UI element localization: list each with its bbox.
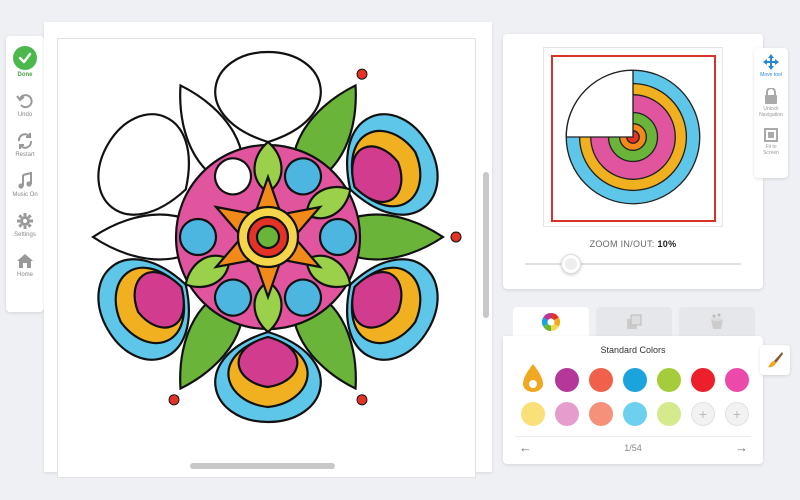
music-label: Music On: [12, 192, 38, 198]
mandala-artwork[interactable]: [58, 39, 476, 459]
unlock-navigation-button[interactable]: Unlock Navigation: [759, 88, 783, 118]
lock-icon: [764, 88, 777, 104]
move-tool-button[interactable]: Move tool: [760, 54, 782, 78]
music-toggle[interactable]: Music On: [12, 172, 38, 198]
zoom-slider-track[interactable]: [525, 263, 741, 265]
color-swatch[interactable]: [589, 368, 613, 392]
move-tool-label: Move tool: [760, 72, 782, 78]
color-swatch[interactable]: [623, 402, 647, 426]
home-icon: [17, 254, 33, 268]
zoom-readout: ZOOM IN/OUT: 10%: [503, 239, 763, 249]
undo-label: Undo: [17, 112, 33, 118]
move-arrows-icon: [763, 54, 779, 70]
palette-tabs: [513, 307, 755, 337]
color-swatch[interactable]: [691, 368, 715, 392]
next-page-arrow-icon[interactable]: →: [735, 440, 748, 455]
zoom-value: 10%: [657, 239, 677, 249]
restart-icon: [17, 133, 33, 149]
fit-label-line2: Screen: [763, 150, 779, 156]
home-button[interactable]: Home: [16, 252, 34, 278]
add-color-button[interactable]: +: [691, 402, 715, 426]
gear-icon: [17, 213, 33, 229]
restart-label: Restart: [15, 152, 35, 158]
music-note-icon: [18, 172, 32, 189]
color-swatch[interactable]: [623, 368, 647, 392]
paintbrush-icon: [768, 352, 783, 368]
viewport-frame[interactable]: [551, 55, 716, 222]
done-label: Done: [17, 72, 33, 78]
bucket-icon: [711, 313, 723, 329]
color-swatch[interactable]: [657, 402, 681, 426]
preview-thumbnail[interactable]: [543, 47, 723, 227]
done-button[interactable]: Done: [13, 46, 37, 78]
color-swatch[interactable]: [589, 402, 613, 426]
page-indicator: 1/54: [624, 443, 642, 453]
checkmark-icon: [13, 46, 37, 70]
undo-icon: [16, 94, 33, 109]
vertical-scrollbar[interactable]: [483, 172, 489, 318]
tab-effects[interactable]: [679, 307, 755, 337]
color-swatch-selected[interactable]: [521, 364, 545, 392]
home-label: Home: [16, 272, 33, 278]
undo-button[interactable]: Undo: [16, 92, 34, 118]
color-swatch[interactable]: [521, 402, 545, 426]
coloring-canvas[interactable]: [57, 38, 476, 478]
add-color-button[interactable]: +: [725, 402, 749, 426]
texture-icon: [627, 314, 642, 329]
fit-to-screen-button[interactable]: Fit to Screen: [763, 128, 779, 156]
color-palette-panel: Standard Colors + + ← 1/54 →: [503, 336, 763, 464]
right-toolbar: Move tool Unlock Navigation Fit to Scree…: [754, 48, 788, 178]
unlock-label-line2: Navigation: [759, 112, 783, 118]
restart-button[interactable]: Restart: [15, 132, 35, 158]
divider: [515, 436, 751, 437]
zoom-slider-handle[interactable]: [560, 254, 581, 274]
settings-button[interactable]: Settings: [14, 212, 36, 238]
horizontal-scrollbar[interactable]: [190, 463, 335, 469]
color-swatch[interactable]: [555, 368, 579, 392]
color-wheel-icon: [541, 313, 561, 331]
tab-colors[interactable]: [513, 307, 589, 337]
palette-title: Standard Colors: [600, 345, 666, 355]
color-swatch[interactable]: [555, 402, 579, 426]
brush-tool-button[interactable]: [760, 345, 790, 375]
drawing-canvas-panel: [44, 22, 492, 478]
left-toolbar: Done Undo Restart Music On Settings Home: [6, 36, 44, 312]
color-swatch[interactable]: [725, 368, 749, 392]
settings-label: Settings: [14, 232, 36, 238]
navigator-panel: ZOOM IN/OUT: 10%: [503, 34, 763, 289]
color-swatch[interactable]: [657, 368, 681, 392]
fit-screen-icon: [764, 128, 778, 142]
zoom-label-text: ZOOM IN/OUT:: [589, 239, 655, 249]
tab-textures[interactable]: [596, 307, 672, 337]
